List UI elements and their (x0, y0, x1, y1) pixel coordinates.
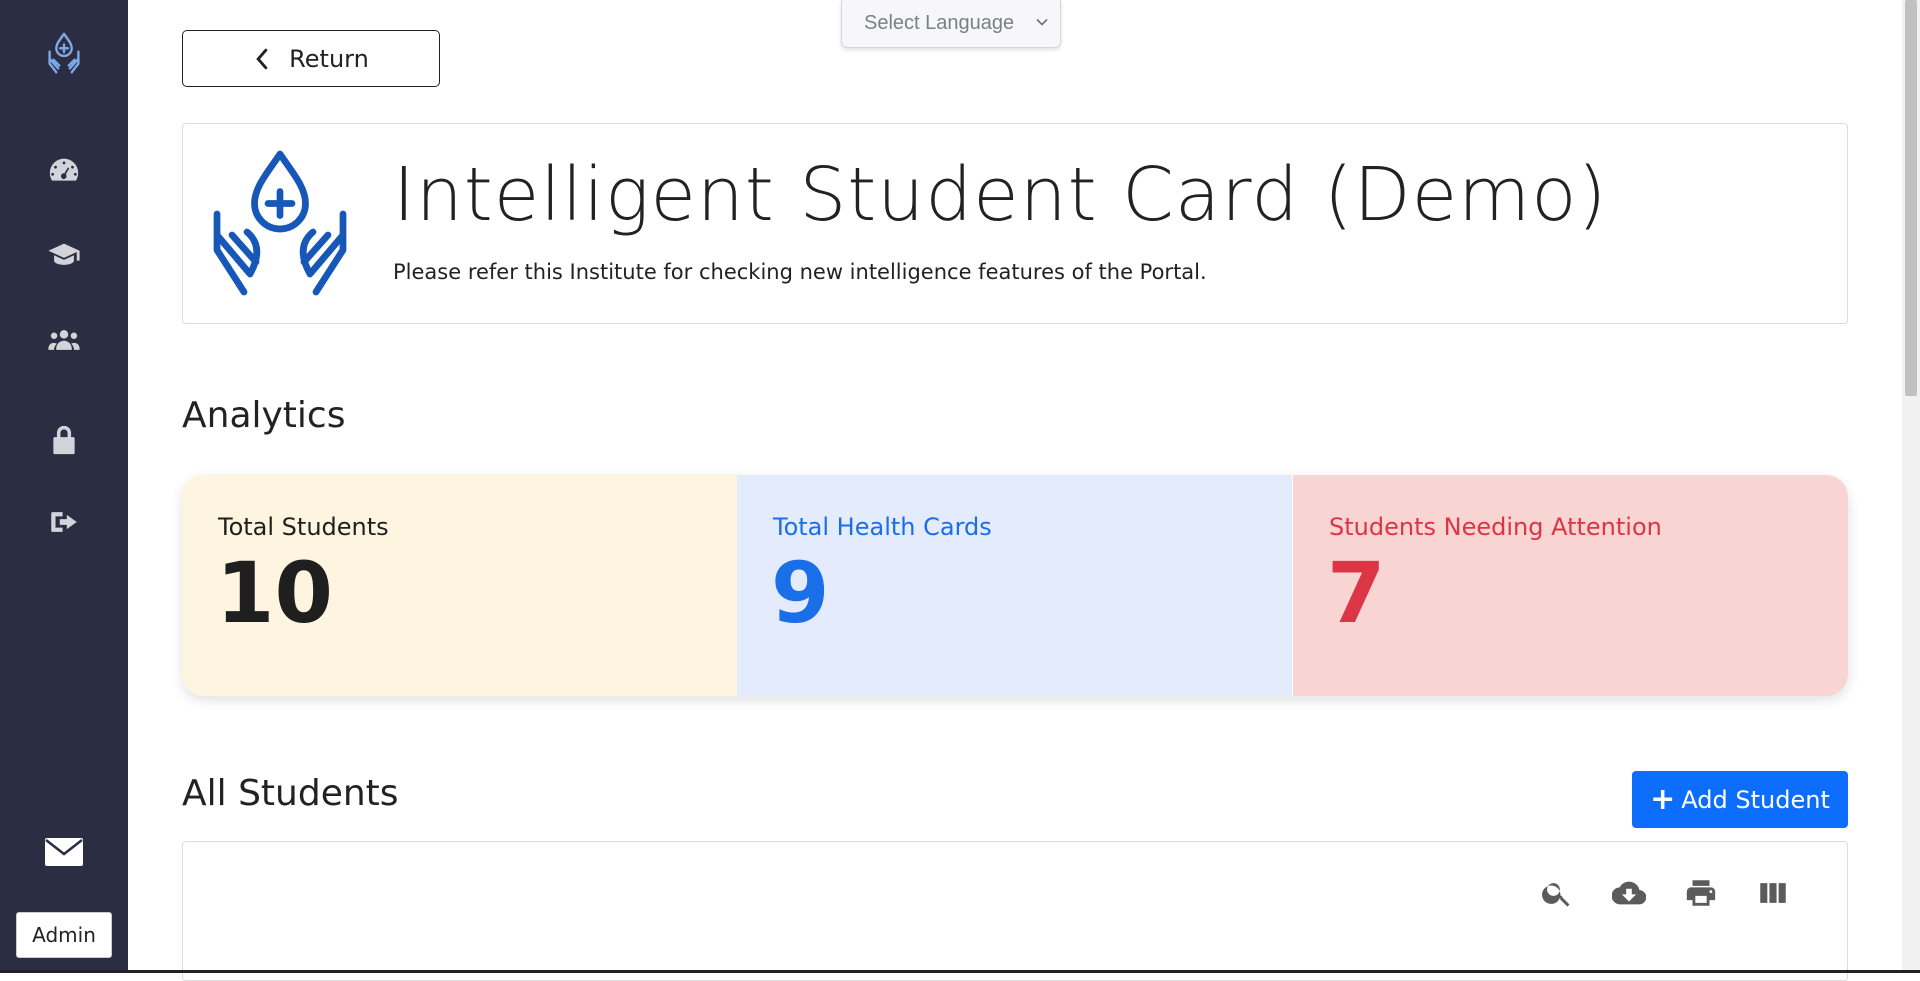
hands-health-logo-icon[interactable] (40, 30, 88, 78)
page-title: Intelligent Student Card (Demo) (393, 152, 1608, 238)
stat-label: Total Health Cards (773, 513, 992, 541)
hero-card: Intelligent Student Card (Demo) Please r… (182, 123, 1848, 324)
page-subtitle: Please refer this Institute for checking… (393, 260, 1207, 284)
scrollbar-thumb[interactable] (1905, 0, 1917, 396)
print-icon[interactable] (1684, 876, 1718, 910)
plus-icon: + (1650, 782, 1676, 817)
sidebar: Admin (0, 0, 128, 973)
admin-button[interactable]: Admin (16, 912, 112, 958)
mail-icon[interactable] (44, 835, 84, 869)
stat-label: Total Students (218, 513, 389, 541)
return-button[interactable]: Return (182, 30, 440, 87)
logout-icon[interactable] (44, 502, 84, 542)
students-table-panel (182, 841, 1848, 981)
language-select-value: Select Language (864, 12, 1015, 34)
all-students-heading: All Students (182, 773, 399, 814)
stat-value: 9 (771, 544, 830, 642)
page-scrollbar[interactable] (1902, 0, 1920, 973)
analytics-heading: Analytics (182, 395, 346, 436)
add-student-button[interactable]: + Add Student (1632, 771, 1848, 828)
stat-value: 7 (1327, 544, 1386, 642)
stat-value: 10 (216, 544, 333, 642)
stat-total-health-cards: Total Health Cards 9 (737, 475, 1293, 696)
search-icon[interactable] (1540, 876, 1574, 910)
lock-icon[interactable] (44, 420, 84, 460)
analytics-stats: Total Students 10 Total Health Cards 9 S… (182, 475, 1848, 696)
stat-students-needing-attention: Students Needing Attention 7 (1293, 475, 1848, 696)
columns-icon[interactable] (1756, 876, 1790, 910)
stat-total-students: Total Students 10 (182, 475, 737, 696)
cloud-download-icon[interactable] (1611, 876, 1647, 910)
language-select[interactable]: Select Language (841, 0, 1061, 48)
dashboard-icon[interactable] (44, 150, 84, 190)
chevron-left-icon (256, 48, 268, 69)
graduation-cap-icon[interactable] (44, 235, 84, 275)
return-label: Return (289, 44, 369, 73)
hands-health-icon (213, 150, 347, 296)
add-student-label: Add Student (1681, 785, 1830, 814)
chevron-down-icon (1036, 18, 1048, 26)
stat-label: Students Needing Attention (1329, 513, 1662, 541)
users-group-icon[interactable] (44, 320, 84, 360)
